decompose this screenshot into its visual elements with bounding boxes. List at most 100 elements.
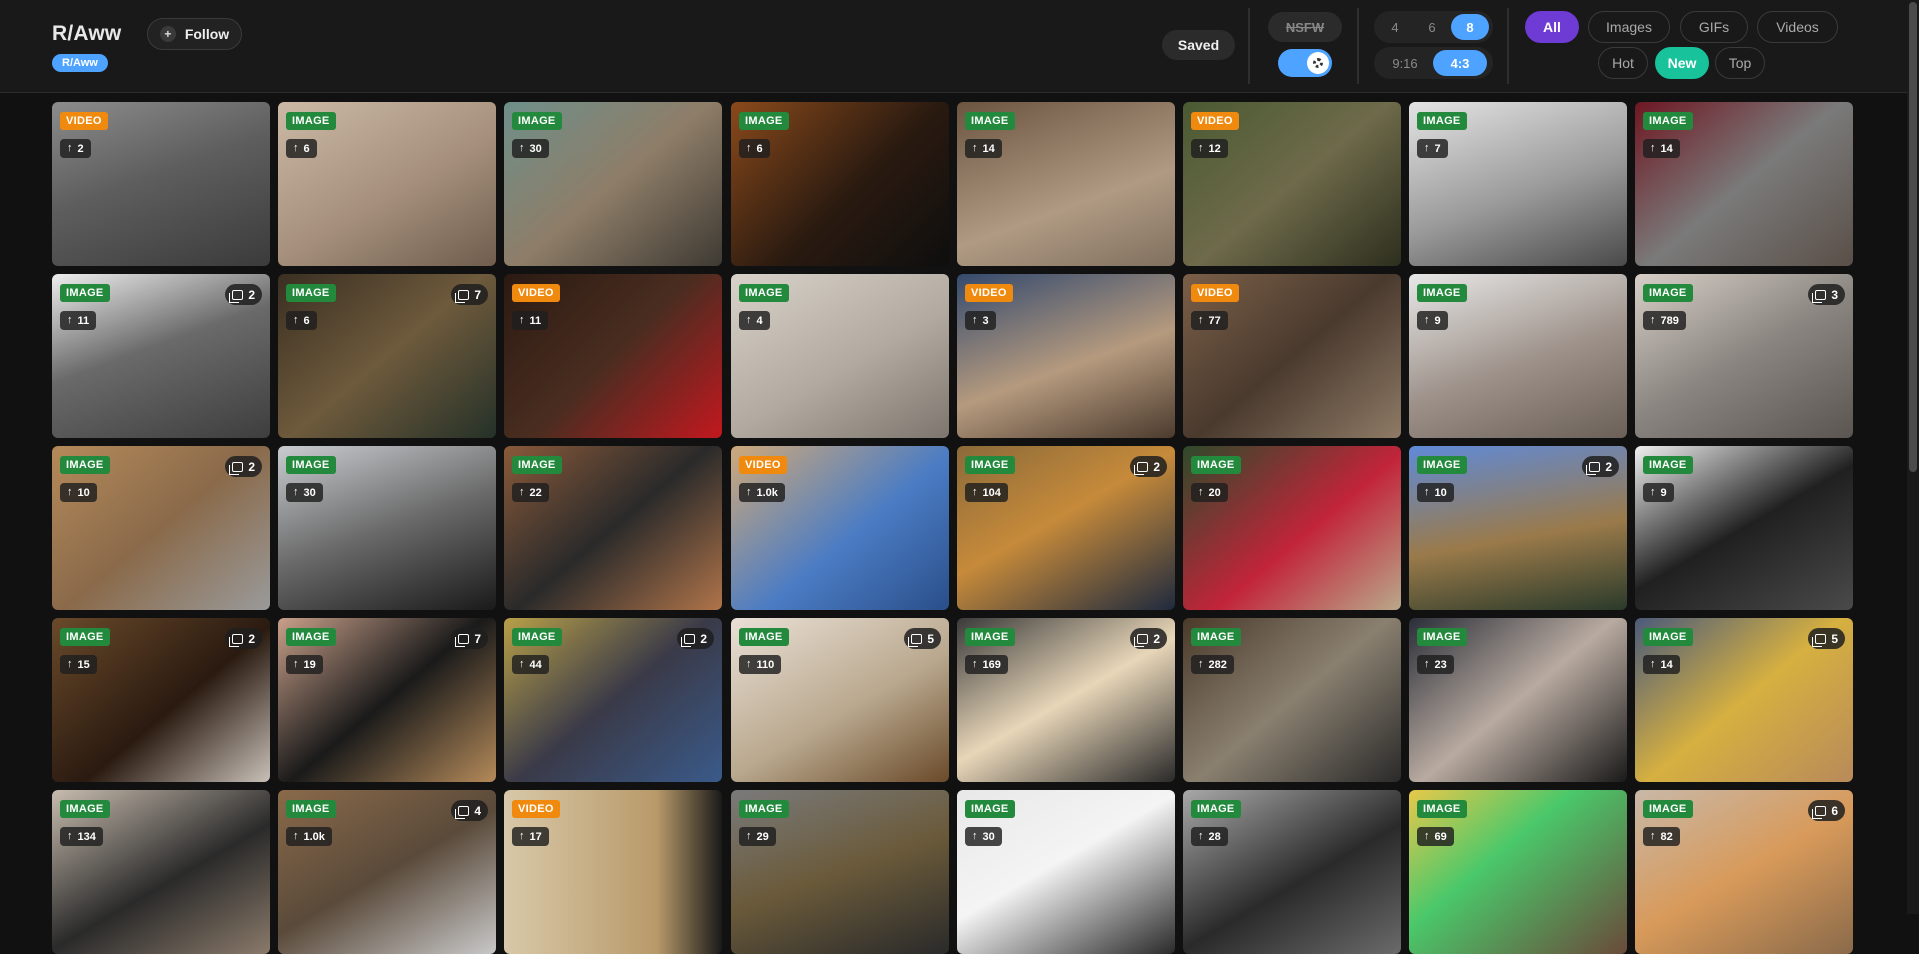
- media-card[interactable]: IMAGE ↑ 14: [1635, 102, 1853, 266]
- media-card[interactable]: IMAGE ↑ 6 7: [278, 274, 496, 438]
- upvote-score: ↑ 9: [1643, 483, 1674, 502]
- subreddit-tag[interactable]: R/Aww: [52, 54, 108, 72]
- media-card[interactable]: VIDEO ↑ 17: [504, 790, 722, 954]
- media-card[interactable]: IMAGE ↑ 9: [1635, 446, 1853, 610]
- score-value: 11: [77, 314, 90, 327]
- tab-gifs[interactable]: GIFs: [1680, 11, 1748, 43]
- media-card[interactable]: IMAGE ↑ 10 2: [52, 446, 270, 610]
- media-card[interactable]: IMAGE ↑ 169 2: [957, 618, 1175, 782]
- media-card[interactable]: IMAGE ↑ 22: [504, 446, 722, 610]
- media-card[interactable]: IMAGE ↑ 20: [1183, 446, 1401, 610]
- divider: [1507, 8, 1509, 84]
- nsfw-toggle[interactable]: [1278, 49, 1332, 77]
- upvote-arrow-icon: ↑: [1424, 658, 1430, 670]
- media-card[interactable]: IMAGE ↑ 28: [1183, 790, 1401, 954]
- gallery-count-value: 2: [248, 459, 255, 474]
- score-value: 28: [1208, 830, 1221, 843]
- media-card[interactable]: IMAGE ↑ 23: [1409, 618, 1627, 782]
- aspect-option-4-3[interactable]: 4:3: [1433, 50, 1487, 76]
- media-card[interactable]: IMAGE ↑ 104 2: [957, 446, 1175, 610]
- scrollbar-thumb[interactable]: [1909, 2, 1917, 472]
- gallery-count: 2: [225, 628, 262, 649]
- sort-new[interactable]: New: [1655, 47, 1709, 79]
- media-card[interactable]: VIDEO ↑ 3: [957, 274, 1175, 438]
- upvote-score: ↑ 1.0k: [739, 483, 785, 502]
- upvote-score: ↑ 4: [739, 311, 770, 330]
- media-card[interactable]: IMAGE ↑ 7: [1409, 102, 1627, 266]
- upvote-score: ↑ 10: [1417, 483, 1454, 502]
- upvote-score: ↑ 30: [512, 139, 549, 158]
- media-card[interactable]: IMAGE ↑ 29: [731, 790, 949, 954]
- media-card[interactable]: IMAGE ↑ 30: [278, 446, 496, 610]
- score-value: 69: [1434, 830, 1447, 843]
- media-card[interactable]: IMAGE ↑ 6: [731, 102, 949, 266]
- score-value: 30: [982, 830, 995, 843]
- media-card[interactable]: IMAGE ↑ 14: [957, 102, 1175, 266]
- media-card[interactable]: IMAGE ↑ 6: [278, 102, 496, 266]
- media-type-badge: IMAGE: [1643, 800, 1693, 818]
- gallery-count: 2: [1130, 456, 1167, 477]
- upvote-score: ↑ 20: [1191, 483, 1228, 502]
- upvote-score: ↑ 169: [965, 655, 1008, 674]
- score-value: 789: [1660, 314, 1679, 327]
- media-card[interactable]: IMAGE ↑ 282: [1183, 618, 1401, 782]
- scrollbar[interactable]: [1907, 0, 1919, 914]
- media-card[interactable]: VIDEO ↑ 11: [504, 274, 722, 438]
- media-type-badge: IMAGE: [965, 112, 1015, 130]
- columns-option-8[interactable]: 8: [1451, 14, 1489, 40]
- media-type-badge: IMAGE: [60, 628, 110, 646]
- gallery-count: 2: [677, 628, 714, 649]
- media-type-badge: VIDEO: [512, 800, 560, 818]
- columns-option-4[interactable]: 4: [1377, 14, 1413, 40]
- media-card[interactable]: IMAGE ↑ 1.0k 4: [278, 790, 496, 954]
- upvote-score: ↑ 30: [965, 827, 1002, 846]
- sort-hot[interactable]: Hot: [1598, 47, 1648, 79]
- media-card[interactable]: IMAGE ↑ 110 5: [731, 618, 949, 782]
- media-card[interactable]: VIDEO ↑ 77: [1183, 274, 1401, 438]
- media-card[interactable]: IMAGE ↑ 10 2: [1409, 446, 1627, 610]
- media-type-badge: IMAGE: [60, 800, 110, 818]
- upvote-arrow-icon: ↑: [67, 658, 73, 670]
- nsfw-button[interactable]: NSFW: [1268, 12, 1342, 42]
- upvote-arrow-icon: ↑: [293, 486, 299, 498]
- follow-button[interactable]: + Follow: [147, 18, 242, 50]
- tab-videos[interactable]: Videos: [1757, 11, 1838, 43]
- media-type-badge: IMAGE: [1191, 456, 1241, 474]
- media-card[interactable]: IMAGE ↑ 44 2: [504, 618, 722, 782]
- media-card[interactable]: IMAGE ↑ 789 3: [1635, 274, 1853, 438]
- media-type-badge: VIDEO: [1191, 284, 1239, 302]
- sort-top[interactable]: Top: [1715, 47, 1765, 79]
- aspect-option-9-16[interactable]: 9:16: [1377, 50, 1433, 76]
- upvote-score: ↑ 1.0k: [286, 827, 332, 846]
- tab-all[interactable]: All: [1525, 11, 1579, 43]
- media-card[interactable]: IMAGE ↑ 69: [1409, 790, 1627, 954]
- media-card[interactable]: IMAGE ↑ 11 2: [52, 274, 270, 438]
- media-card[interactable]: VIDEO ↑ 12: [1183, 102, 1401, 266]
- media-card[interactable]: IMAGE ↑ 14 5: [1635, 618, 1853, 782]
- gallery-count: 2: [1130, 628, 1167, 649]
- media-card[interactable]: IMAGE ↑ 9: [1409, 274, 1627, 438]
- media-card[interactable]: VIDEO ↑ 1.0k: [731, 446, 949, 610]
- media-card[interactable]: IMAGE ↑ 4: [731, 274, 949, 438]
- upvote-score: ↑ 2: [60, 139, 91, 158]
- media-card[interactable]: IMAGE ↑ 134: [52, 790, 270, 954]
- media-type-badge: IMAGE: [286, 456, 336, 474]
- upvote-arrow-icon: ↑: [1424, 142, 1430, 154]
- tab-images[interactable]: Images: [1588, 11, 1670, 43]
- media-card[interactable]: IMAGE ↑ 82 6: [1635, 790, 1853, 954]
- media-card[interactable]: IMAGE ↑ 15 2: [52, 618, 270, 782]
- score-value: 6: [303, 314, 310, 327]
- media-card[interactable]: IMAGE ↑ 19 7: [278, 618, 496, 782]
- upvote-score: ↑ 44: [512, 655, 549, 674]
- columns-option-6[interactable]: 6: [1413, 14, 1451, 40]
- gallery-icon: [1586, 461, 1601, 475]
- saved-button[interactable]: Saved: [1162, 30, 1235, 60]
- gallery-icon: [455, 289, 470, 303]
- upvote-arrow-icon: ↑: [1650, 486, 1656, 498]
- score-value: 17: [529, 830, 542, 843]
- upvote-arrow-icon: ↑: [1198, 830, 1204, 842]
- media-card[interactable]: IMAGE ↑ 30: [957, 790, 1175, 954]
- media-card[interactable]: IMAGE ↑ 30: [504, 102, 722, 266]
- media-card[interactable]: VIDEO ↑ 2: [52, 102, 270, 266]
- media-type-badge: VIDEO: [1191, 112, 1239, 130]
